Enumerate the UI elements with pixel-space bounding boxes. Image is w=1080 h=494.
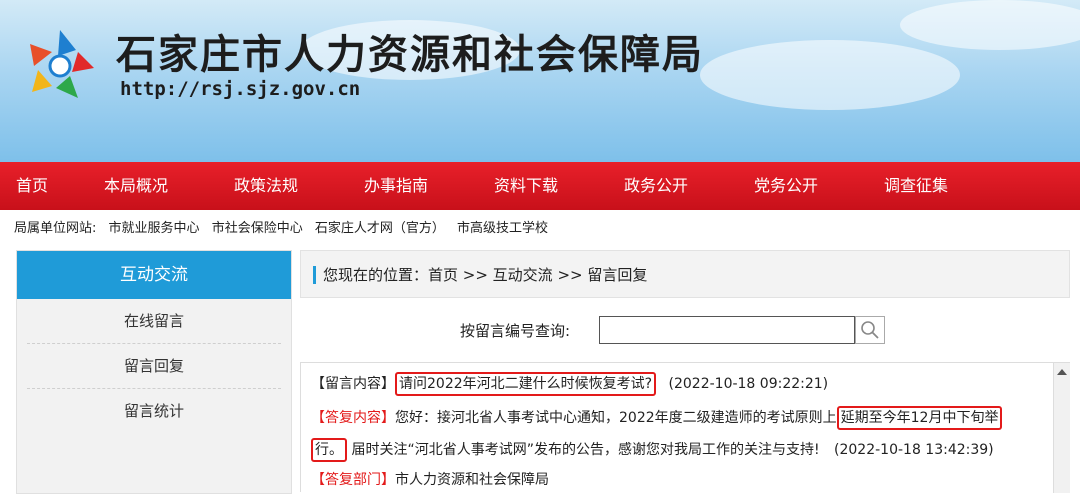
sidebar-item-online-message[interactable]: 在线留言: [27, 299, 281, 344]
breadcrumb: 您现在的位置：首页 >> 互动交流 >> 留言回复: [300, 250, 1070, 298]
sub-unit-links: 局属单位网站: 市就业服务中心 市社会保险中心 石家庄人才网（官方） 市高级技工…: [14, 218, 556, 240]
cloud-decoration: [900, 0, 1080, 50]
sub-unit-link[interactable]: 市就业服务中心: [109, 221, 200, 236]
nav-guide[interactable]: 办事指南: [364, 162, 428, 210]
reply-line-1: 【答复内容】您好：接河北省人事考试中心通知，2022年度二级建造师的考试原则上延…: [311, 406, 1003, 430]
reply-text-1: 您好：接河北省人事考试中心通知，2022年度二级建造师的考试原则上: [395, 410, 837, 426]
reply-department-tag: 【答复部门】: [311, 472, 395, 488]
nav-downloads[interactable]: 资料下载: [494, 162, 558, 210]
reply-tag: 【答复内容】: [311, 410, 395, 426]
site-header: 石家庄市人力资源和社会保障局 http://rsj.sjz.gov.cn: [0, 0, 1080, 162]
nav-survey[interactable]: 调查征集: [884, 162, 948, 210]
search-icon: [861, 321, 879, 339]
breadcrumb-text: 您现在的位置：首页 >> 互动交流 >> 留言回复: [323, 266, 648, 284]
sidebar-item-message-stats[interactable]: 留言统计: [27, 389, 281, 433]
reply-department-text: 市人力资源和社会保障局: [395, 472, 549, 488]
reply-line-2: 行。 届时关注“河北省人事考试网”发布的公告，感谢您对我局工作的关注与支持! (…: [311, 438, 994, 462]
main-nav: 首页 本局概况 政策法规 办事指南 资料下载 政务公开 党务公开 调查征集: [0, 162, 1080, 210]
message-panel: 【留言内容】 请问2022年河北二建什么时候恢复考试? (2022-10-18 0…: [300, 362, 1070, 493]
reply-text-2: 届时关注“河北省人事考试网”发布的公告，感谢您对我局工作的关注与支持!: [351, 442, 820, 458]
scroll-up-icon[interactable]: [1057, 369, 1067, 375]
breadcrumb-marker: [313, 266, 316, 284]
sidebar-item-message-reply[interactable]: 留言回复: [27, 344, 281, 389]
nav-about[interactable]: 本局概况: [104, 162, 168, 210]
nav-gov-affairs[interactable]: 政务公开: [624, 162, 688, 210]
reply-department-line: 【答复部门】市人力资源和社会保障局: [311, 469, 549, 489]
scrollbar[interactable]: [1053, 363, 1070, 493]
nav-party-affairs[interactable]: 党务公开: [754, 162, 818, 210]
site-url[interactable]: http://rsj.sjz.gov.cn: [120, 78, 360, 100]
search-input[interactable]: [599, 316, 855, 344]
reply-highlight-1: 延期至今年12月中下旬举: [836, 406, 1003, 430]
sub-unit-label: 局属单位网站:: [14, 221, 97, 236]
nav-policy[interactable]: 政策法规: [234, 162, 298, 210]
sub-unit-link[interactable]: 市社会保险中心: [212, 221, 303, 236]
sub-unit-link[interactable]: 市高级技工学校: [457, 221, 548, 236]
cloud-decoration: [700, 40, 960, 110]
message-content-time: (2022-10-18 09:22:21): [668, 376, 829, 392]
sub-unit-link[interactable]: 石家庄人才网（官方）: [315, 221, 445, 236]
message-content-line: 【留言内容】 请问2022年河北二建什么时候恢复考试? (2022-10-18 0…: [311, 372, 829, 396]
message-content-tag: 【留言内容】: [311, 376, 395, 392]
site-title: 石家庄市人力资源和社会保障局: [116, 31, 704, 78]
nav-home[interactable]: 首页: [16, 162, 48, 210]
search-button[interactable]: [855, 316, 885, 344]
reply-highlight-2: 行。: [311, 438, 347, 462]
reply-time: (2022-10-18 13:42:39): [834, 442, 994, 458]
sidebar: 互动交流 在线留言 留言回复 留言统计: [16, 250, 292, 494]
sidebar-title: 互动交流: [17, 251, 291, 299]
bureau-logo-icon: [30, 30, 94, 98]
main-content: 您现在的位置：首页 >> 互动交流 >> 留言回复 按留言编号查询: 【留言内容…: [300, 250, 1070, 493]
message-content-text: 请问2022年河北二建什么时候恢复考试?: [395, 372, 657, 396]
search-label: 按留言编号查询:: [460, 322, 571, 340]
